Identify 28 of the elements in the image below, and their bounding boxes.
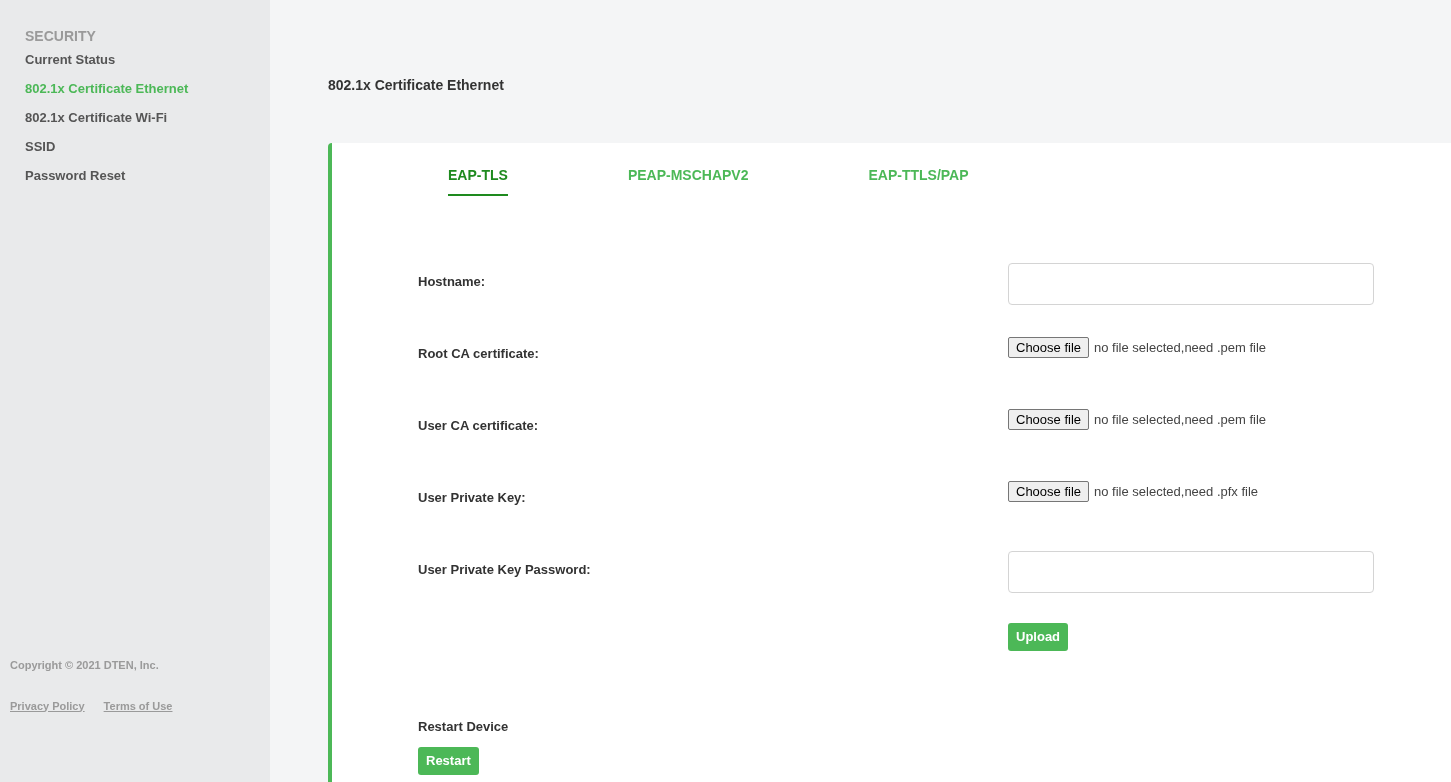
field-label: User Private Key: bbox=[418, 489, 527, 507]
sidebar-item[interactable]: Current Status bbox=[25, 45, 270, 74]
sidebar-item[interactable]: 802.1x Certificate Wi-Fi bbox=[25, 103, 270, 132]
copyright-text: Copyright © 2021 DTEN, Inc. bbox=[10, 658, 160, 673]
tab[interactable]: EAP-TLS bbox=[448, 165, 508, 196]
page-title: 802.1x Certificate Ethernet bbox=[328, 76, 505, 95]
sidebar-item[interactable]: SSID bbox=[25, 132, 270, 161]
upload-button[interactable]: Upload bbox=[1008, 623, 1069, 651]
choose-file-button[interactable]: Choose file bbox=[1008, 409, 1090, 430]
text-input-field[interactable] bbox=[1008, 551, 1374, 593]
field-label: Hostname: bbox=[418, 273, 487, 291]
field-label: User CA certificate: bbox=[418, 417, 540, 435]
sidebar-section-title: SECURITY bbox=[25, 27, 97, 45]
file-status-text: no file selected,need .pem file bbox=[1094, 338, 1267, 357]
choose-file-button[interactable]: Choose file bbox=[1008, 337, 1090, 358]
tab[interactable]: EAP-TTLS/PAP bbox=[868, 165, 969, 196]
text-input-field[interactable] bbox=[1008, 263, 1374, 305]
field-label: Root CA certificate: bbox=[418, 345, 540, 363]
footer-link[interactable]: Privacy Policy bbox=[10, 697, 85, 714]
restart-device-label: Restart Device bbox=[418, 718, 509, 736]
sidebar-item[interactable]: Password Reset bbox=[25, 161, 270, 190]
file-status-text: no file selected,need .pem file bbox=[1094, 410, 1267, 429]
field-label: User Private Key Password: bbox=[418, 561, 592, 579]
restart-button[interactable]: Restart bbox=[418, 746, 479, 775]
file-status-text: no file selected,need .pfx file bbox=[1094, 482, 1259, 501]
choose-file-button[interactable]: Choose file bbox=[1008, 481, 1090, 502]
footer-link[interactable]: Terms of Use bbox=[103, 697, 173, 714]
tab[interactable]: PEAP-MSCHAPV2 bbox=[627, 165, 749, 196]
